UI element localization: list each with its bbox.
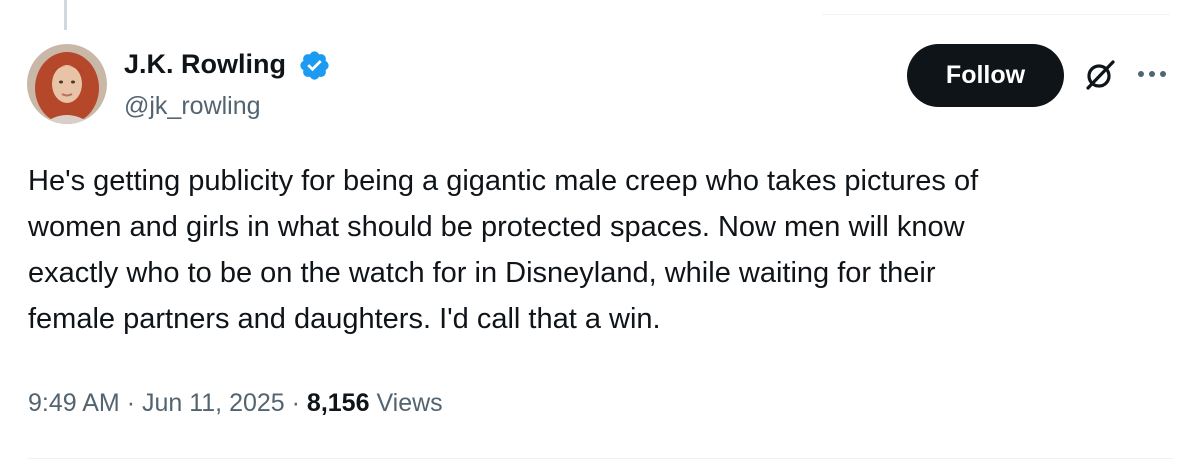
author-display-name[interactable]: J.K. Rowling: [124, 47, 286, 81]
tweet-text-line: women and girls in what should be protec…: [28, 211, 965, 243]
tweet-time[interactable]: 9:49 AM: [28, 389, 120, 417]
tweet-meta: 9:49 AM · Jun 11, 2025 · 8,156 Views: [28, 387, 443, 419]
top-divider: [822, 14, 1170, 15]
author-handle[interactable]: @jk_rowling: [124, 90, 261, 122]
views-count: 8,156: [306, 389, 370, 417]
views-label: Views: [376, 389, 443, 417]
avatar[interactable]: [27, 44, 107, 124]
thread-connector-line: [64, 0, 67, 30]
meta-separator: ·: [291, 389, 300, 417]
tweet-text-line: female partners and daughters. I'd call …: [28, 303, 661, 335]
bottom-divider: [28, 458, 1173, 459]
more-options-icon[interactable]: [1137, 68, 1167, 80]
tweet-text-line: He's getting publicity for being a gigan…: [28, 165, 979, 197]
grok-icon[interactable]: [1082, 57, 1118, 93]
follow-button[interactable]: Follow: [907, 44, 1064, 107]
tweet-date[interactable]: Jun 11, 2025: [142, 389, 285, 417]
tweet-text: He's getting publicity for being a gigan…: [28, 158, 1188, 342]
verified-badge-icon: [300, 51, 329, 80]
tweet-text-line: exactly who to be on the watch for in Di…: [28, 257, 936, 289]
meta-separator: ·: [126, 389, 136, 417]
